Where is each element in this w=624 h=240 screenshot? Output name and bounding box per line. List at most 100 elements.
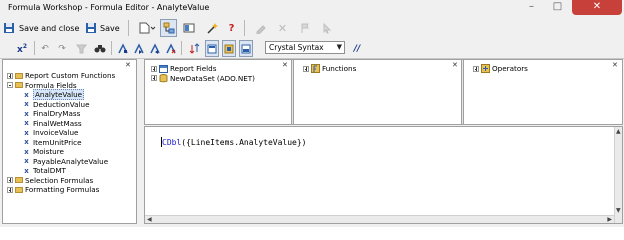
rename-icon (256, 25, 266, 34)
next-bookmark-button[interactable] (131, 40, 145, 57)
browse-icon (75, 44, 87, 54)
maximize-button[interactable]: □ (545, 0, 570, 15)
expand-icon[interactable] (473, 65, 479, 72)
sort-trees-button[interactable] (188, 40, 201, 57)
formula-item[interactable]: x ItemUnitPrice (22, 138, 81, 148)
folder-icon (15, 186, 23, 193)
workshop-tree: ✕ Report Custom Functions Formula Fields… (2, 59, 137, 224)
use-editor-button[interactable] (318, 19, 335, 37)
clear-bookmarks-button[interactable] (163, 40, 177, 57)
formula-item[interactable]: x DeductionValue (22, 100, 89, 110)
formula-icon: x (24, 119, 29, 128)
formula-item[interactable]: x Moisture (22, 147, 64, 157)
binoculars-icon (94, 45, 106, 53)
expand-icon[interactable] (151, 65, 157, 72)
undo-button[interactable]: ↶ (38, 40, 52, 57)
expand-icon[interactable] (7, 72, 13, 79)
syntax-select[interactable]: Crystal Syntax ▼ (265, 41, 345, 54)
syntax-selected-value: Crystal Syntax (269, 43, 324, 52)
formula-icon: x (24, 109, 29, 118)
tree-node-functions[interactable]: Functions (303, 64, 356, 74)
horizontal-scrollbar[interactable]: ◀ ▶ (145, 215, 614, 223)
formula-item[interactable]: x TotalDMT (22, 166, 66, 176)
expand-icon[interactable] (7, 177, 13, 184)
comment-button[interactable]: // (351, 40, 363, 57)
expand-icon[interactable] (303, 65, 309, 72)
formula-item[interactable]: x PayableAnalyteValue (22, 157, 108, 167)
close-window-button[interactable]: ✕ (572, 0, 622, 15)
formula-text-editor[interactable]: CDbl({LineItems.AnalyteValue}) ▲ ▼ ◀ ▶ (144, 126, 623, 224)
close-function-tree-icon[interactable]: ✕ (452, 61, 458, 69)
save-label: Save (100, 23, 120, 33)
save-and-close-label: Save and close (19, 23, 80, 33)
tree-node[interactable]: Selection Formulas (7, 176, 93, 186)
toolbar-separator (111, 41, 112, 55)
folder-icon (15, 82, 23, 89)
save-icon (4, 23, 14, 33)
expand-icon[interactable] (7, 186, 13, 193)
operators-icon (481, 64, 490, 74)
formula-item[interactable]: x FinalDryMass (22, 109, 80, 119)
save-and-close-button[interactable]: Save and close (3, 19, 79, 37)
check-syntax-button[interactable]: x2 (14, 40, 30, 57)
tree-node-report-fields[interactable]: Report Fields (151, 64, 216, 74)
tree-view-icon (163, 22, 174, 34)
scroll-up-icon[interactable]: ▲ (616, 128, 621, 135)
formula-item-selected[interactable]: x AnalyteValue (22, 89, 85, 101)
scroll-down-icon[interactable]: ▼ (616, 207, 621, 214)
formula-icon: x (24, 100, 29, 109)
toggle-properties-button[interactable] (180, 19, 197, 37)
close-operator-tree-icon[interactable]: ✕ (612, 61, 618, 69)
show-formula-button[interactable] (296, 19, 313, 37)
toggle-function-tree-button[interactable] (222, 40, 236, 57)
previous-bookmark-icon (149, 43, 160, 54)
tree-node[interactable]: Report Custom Functions (7, 71, 115, 81)
tree-label: InvoiceValue (33, 128, 79, 138)
toggle-tree-button[interactable] (160, 19, 177, 37)
find-replace-button[interactable] (93, 40, 107, 57)
new-formula-button[interactable] (138, 19, 156, 37)
tree-node-dataset[interactable]: NewDataSet (ADO.NET) (151, 73, 255, 84)
delete-icon: ✕ (277, 21, 288, 35)
scroll-right-icon[interactable]: ▶ (607, 216, 612, 223)
pane-splitter[interactable] (291, 60, 294, 124)
tree-node[interactable]: Formatting Formulas (7, 185, 99, 195)
save-button[interactable]: Save (85, 19, 120, 37)
expert-button[interactable] (203, 19, 220, 37)
bookmark-icon (117, 43, 128, 54)
previous-bookmark-button[interactable] (147, 40, 161, 57)
formula-item[interactable]: x InvoiceValue (22, 128, 78, 138)
toggle-field-tree-button[interactable] (205, 40, 219, 57)
browse-data-button[interactable] (74, 40, 88, 57)
formula-icon: x (24, 90, 29, 99)
formula-icon: x (24, 166, 29, 175)
vertical-scrollbar[interactable]: ▲ ▼ (614, 127, 622, 223)
close-field-tree-icon[interactable]: ✕ (282, 61, 288, 69)
close-icon: ✕ (592, 1, 602, 12)
help-button[interactable]: ? (223, 19, 240, 37)
collapse-icon[interactable] (7, 82, 13, 89)
chevron-down-icon: ▼ (336, 43, 342, 51)
undo-icon: ↶ (41, 43, 49, 54)
formula-item[interactable]: x FinalWetMass (22, 119, 81, 129)
clear-bookmarks-icon (165, 43, 176, 54)
redo-button[interactable]: ↷ (55, 40, 69, 57)
toggle-operator-tree-button[interactable] (239, 40, 253, 57)
tree-label: Selection Formulas (25, 175, 94, 185)
rename-button[interactable] (252, 19, 269, 37)
scroll-left-icon[interactable]: ◀ (147, 216, 152, 223)
folder-icon (15, 72, 23, 79)
minimize-button[interactable]: – (519, 0, 544, 15)
toggle-bookmark-button[interactable] (115, 40, 129, 57)
report-fields-icon (159, 64, 168, 73)
pane-splitter[interactable] (461, 60, 464, 124)
tree-node-operators[interactable]: Operators (473, 64, 528, 74)
tree-label: Moisture (33, 147, 64, 157)
tree-label: Report Custom Functions (25, 71, 116, 81)
delete-button[interactable]: ✕ (274, 19, 291, 37)
minimize-icon: – (529, 1, 534, 12)
expand-icon[interactable] (151, 75, 157, 82)
formula-editor-toolbar: x2 ↶ ↷ Crystal Syntax ▼ // (0, 39, 624, 59)
formula-text[interactable]: CDbl({LineItems.AnalyteValue}) (162, 138, 307, 147)
close-tree-icon[interactable]: ✕ (125, 61, 131, 69)
